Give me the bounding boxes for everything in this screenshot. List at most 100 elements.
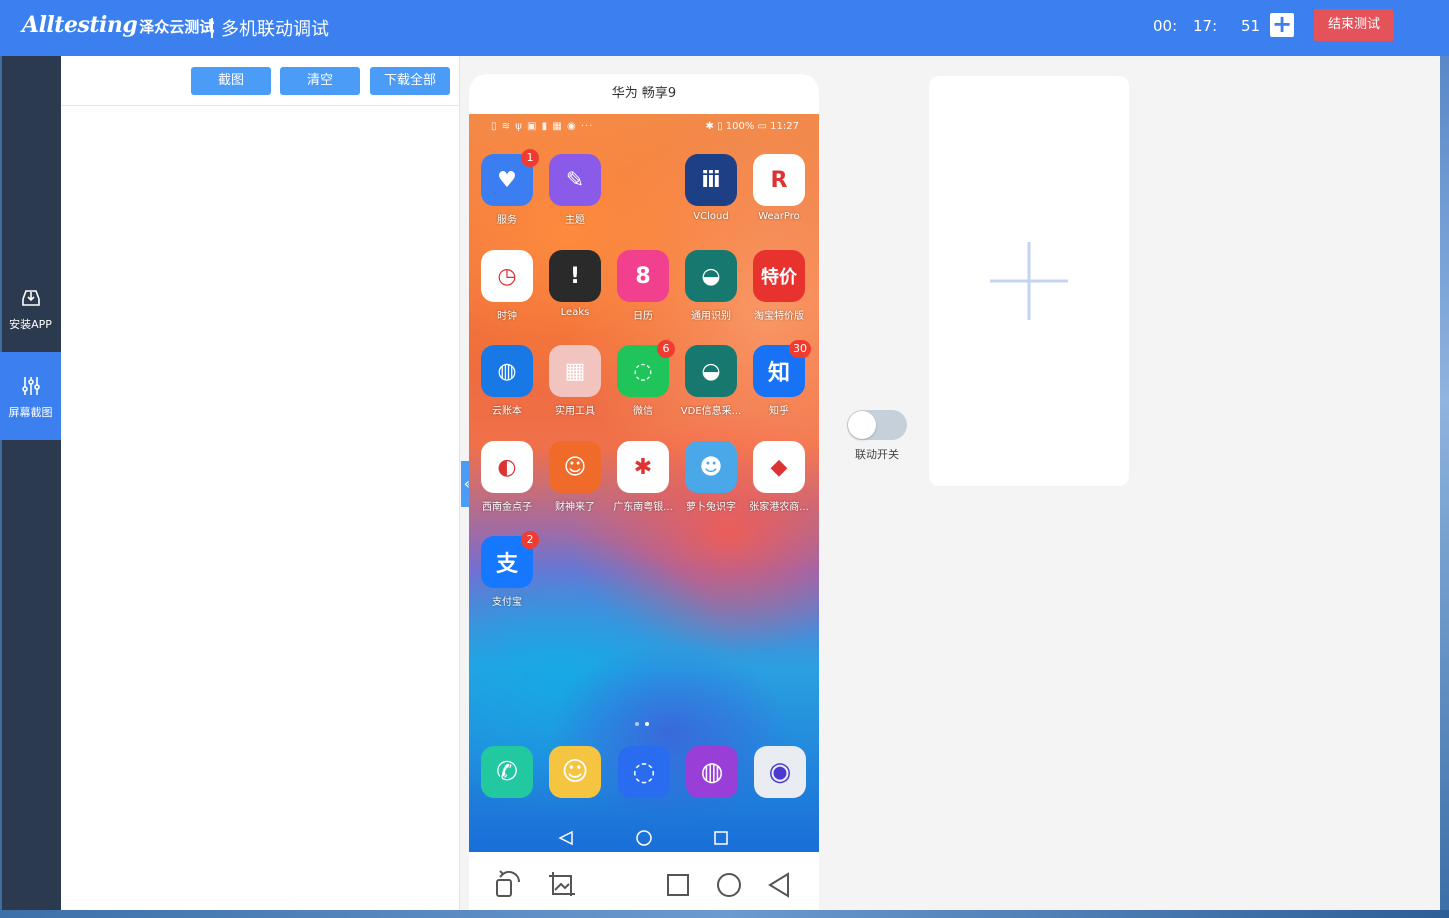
app-label: 广东南粤银... — [613, 502, 673, 513]
app-label: 服务 — [497, 215, 517, 226]
app-icon-item[interactable]: ✎ 主题 — [541, 154, 609, 226]
app-icon: ☺ — [549, 441, 601, 493]
app-icon-item[interactable]: ♥ 1 服务 — [473, 149, 541, 226]
app-label: 日历 — [633, 311, 653, 322]
window-edge-right — [1440, 56, 1449, 918]
app-glyph: ⅲ — [701, 167, 721, 193]
timer-hours: 00: — [1153, 17, 1178, 35]
app-icon: ◆ — [753, 441, 805, 493]
end-test-button[interactable]: 结束测试 — [1314, 9, 1394, 41]
app-icon-item[interactable]: R WearPro — [745, 154, 813, 222]
dock-camera-icon[interactable]: ◉ — [754, 746, 806, 798]
app-icon-item[interactable]: ◒ 通用识别 — [677, 250, 745, 322]
screenshot-panel: 截图 清空 下载全部 — [61, 56, 460, 910]
app-glyph: ◐ — [497, 454, 517, 480]
app-icon-item[interactable]: ◐ 西南金点子 — [473, 441, 541, 513]
phone-back-icon[interactable] — [558, 830, 573, 846]
device-screen[interactable]: ▯ ≋ ψ ▣ ▮ ▦ ◉ ··· ✱ ▯ 100% ▭ 11:27 ♥ 1 服务 ✎… — [469, 114, 819, 852]
plus-icon: + — [1271, 10, 1293, 38]
window-edge-bottom — [0, 910, 1449, 918]
app-icon-item[interactable]: ✱ 广东南粤银... — [609, 441, 677, 513]
app-label: 时钟 — [497, 311, 517, 322]
rotate-icon[interactable] — [496, 870, 520, 897]
download-all-button[interactable]: 下载全部 — [370, 67, 450, 95]
recents-key-icon[interactable] — [667, 874, 689, 896]
app-icon-item[interactable]: ! Leaks — [541, 250, 609, 318]
app-label: 财神来了 — [555, 502, 595, 513]
app-icon: ☻ — [685, 441, 737, 493]
app-icon-item[interactable]: 8 日历 — [609, 250, 677, 322]
link-toggle-switch[interactable] — [847, 410, 907, 440]
app-glyph: ◷ — [497, 263, 517, 289]
app-glyph: ☻ — [699, 454, 723, 480]
app-label: VDE信息采... — [680, 406, 742, 417]
app-icon: 知 30 — [753, 340, 811, 397]
app-icon-item[interactable]: ◍ 云账本 — [473, 345, 541, 417]
add-device-card[interactable] — [929, 76, 1129, 486]
app-glyph: 8 — [635, 263, 651, 289]
app-icon-item[interactable]: ⅲ VCloud — [677, 154, 745, 222]
app-icon: ✱ — [617, 441, 669, 493]
app-icon: ! — [549, 250, 601, 302]
app-label: 实用工具 — [555, 406, 595, 417]
app-label: 萝卜兔识字 — [686, 502, 736, 513]
dock-browser-icon[interactable]: ◍ — [686, 746, 738, 798]
phone-recents-icon[interactable] — [714, 831, 728, 845]
app-icon-item[interactable]: ☺ 财神来了 — [541, 441, 609, 513]
app-icon-item[interactable]: ◆ 张家港农商... — [745, 441, 813, 513]
app-icon-item[interactable]: ◒ VDE信息采... — [677, 345, 745, 417]
panel-toolbar: 截图 清空 下载全部 — [61, 56, 459, 106]
screenshot-button[interactable]: 截图 — [191, 67, 271, 95]
brand-name-cn: 泽众云测试 — [139, 18, 215, 36]
dock-glyph: ◌ — [632, 757, 656, 787]
app-label: VCloud — [693, 211, 729, 222]
page-indicator — [635, 722, 649, 726]
sidebar-item-screenshot[interactable]: 屏幕截图 — [0, 352, 68, 440]
notification-badge: 2 — [521, 531, 539, 549]
app-icon-item[interactable]: ◷ 时钟 — [473, 250, 541, 322]
app-glyph: 支 — [495, 552, 518, 577]
app-icon: ✎ — [549, 154, 601, 206]
phone-nav-bar — [558, 830, 728, 846]
app-icon: ▦ — [549, 345, 601, 397]
back-key-icon[interactable] — [768, 872, 789, 898]
crop-screenshot-icon[interactable] — [549, 872, 575, 896]
app-glyph: 知 — [767, 361, 790, 386]
app-glyph: ▦ — [564, 358, 586, 384]
dock-glyph: ☺ — [561, 757, 589, 787]
add-device-button[interactable]: + — [1270, 10, 1294, 38]
app-label: 通用识别 — [691, 311, 731, 322]
app-label: 微信 — [633, 406, 653, 417]
app-icon-item[interactable]: ◌ 6 微信 — [609, 340, 677, 417]
device-frame: 华为 畅享9 ▯ ≋ ψ ▣ ▮ ▦ ◉ ··· ✱ ▯ 100% ▭ 11:2… — [469, 74, 819, 910]
app-glyph: ✎ — [565, 167, 585, 193]
app-icon: 8 — [617, 250, 669, 302]
app-icon-item[interactable]: 支 2 支付宝 — [473, 531, 541, 608]
page-dot — [635, 722, 639, 726]
phone-home-icon[interactable] — [636, 830, 652, 846]
dock-contacts-icon[interactable]: ☺ — [549, 746, 601, 798]
link-toggle-label: 联动开关 — [855, 448, 899, 461]
app-icon: ◒ — [685, 345, 737, 397]
app-icon-item[interactable]: ☻ 萝卜兔识字 — [677, 441, 745, 513]
sidebar-item-install-app[interactable]: 安装APP — [0, 264, 61, 352]
dock-messages-icon[interactable]: ◌ — [618, 746, 670, 798]
clear-button[interactable]: 清空 — [280, 67, 360, 95]
app-icon: 支2 — [481, 531, 539, 588]
app-icon: ⅲ — [685, 154, 737, 206]
app-glyph: R — [770, 167, 788, 193]
dock-phone-icon[interactable]: ✆ — [481, 746, 533, 798]
timer-seconds: 51 — [1241, 17, 1261, 35]
brand-name: Alltesting — [22, 12, 138, 38]
install-icon — [21, 290, 40, 306]
home-key-icon[interactable] — [717, 873, 741, 897]
app-glyph: ♥ — [497, 167, 517, 193]
title-divider — [211, 18, 213, 38]
app-icon-item[interactable]: 知 30 知乎 — [745, 340, 813, 417]
app-icon-item[interactable]: 特价 淘宝特价版 — [745, 250, 813, 322]
status-icons-left: ▯ ≋ ψ ▣ ▮ ▦ ◉ ··· — [491, 121, 594, 132]
app-label: 主题 — [565, 215, 585, 226]
app-icon-item[interactable]: ▦ 实用工具 — [541, 345, 609, 417]
app-glyph: ✱ — [633, 454, 653, 480]
sidebar-item-label: 安装APP — [9, 318, 52, 331]
